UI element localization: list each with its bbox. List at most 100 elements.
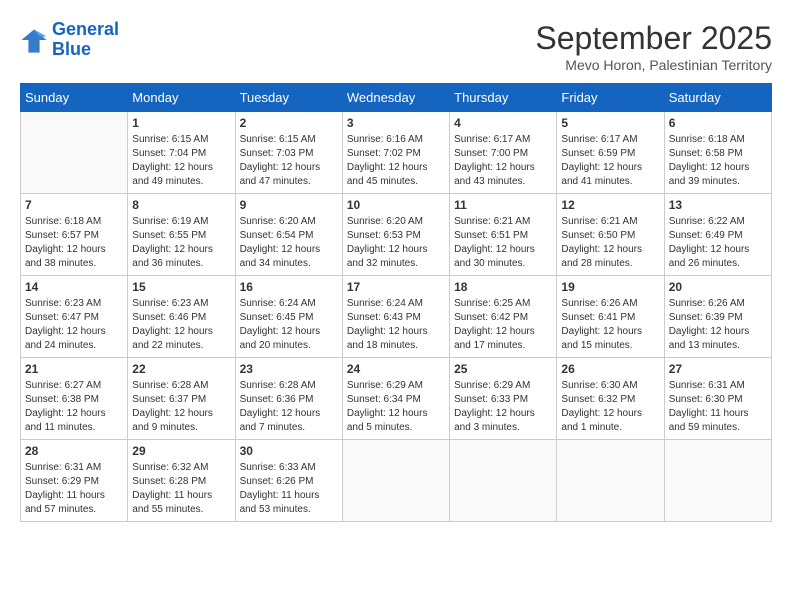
day-number: 18 (454, 280, 552, 294)
weekday-header-friday: Friday (557, 84, 664, 112)
calendar-cell: 24 Sunrise: 6:29 AM Sunset: 6:34 PM Dayli… (342, 358, 449, 440)
calendar-table: SundayMondayTuesdayWednesdayThursdayFrid… (20, 83, 772, 522)
day-info: Sunrise: 6:26 AM Sunset: 6:41 PM Dayligh… (561, 297, 659, 353)
day-number: 1 (132, 116, 230, 130)
logo: General Blue (20, 20, 119, 60)
calendar-cell: 19 Sunrise: 6:26 AM Sunset: 6:41 PM Dayli… (557, 276, 664, 358)
day-number: 8 (132, 198, 230, 212)
day-number: 25 (454, 362, 552, 376)
calendar-cell: 6 Sunrise: 6:18 AM Sunset: 6:58 PM Daylig… (664, 112, 771, 194)
day-number: 11 (454, 198, 552, 212)
calendar-cell: 16 Sunrise: 6:24 AM Sunset: 6:45 PM Dayli… (235, 276, 342, 358)
calendar-cell: 9 Sunrise: 6:20 AM Sunset: 6:54 PM Daylig… (235, 194, 342, 276)
page-header: General Blue September 2025 Mevo Horon, … (20, 20, 772, 73)
location: Mevo Horon, Palestinian Territory (535, 57, 772, 73)
day-number: 2 (240, 116, 338, 130)
calendar-cell: 29 Sunrise: 6:32 AM Sunset: 6:28 PM Dayli… (128, 440, 235, 522)
title-block: September 2025 Mevo Horon, Palestinian T… (535, 20, 772, 73)
weekday-header-tuesday: Tuesday (235, 84, 342, 112)
day-info: Sunrise: 6:17 AM Sunset: 7:00 PM Dayligh… (454, 133, 552, 189)
calendar-cell: 2 Sunrise: 6:15 AM Sunset: 7:03 PM Daylig… (235, 112, 342, 194)
calendar-cell (557, 440, 664, 522)
calendar-cell: 20Sunrise: 6:26 AM Sunset: 6:39 PM Dayli… (664, 276, 771, 358)
day-number: 13 (669, 198, 767, 212)
day-number: 24 (347, 362, 445, 376)
day-number: 30 (240, 444, 338, 458)
calendar-cell (21, 112, 128, 194)
calendar-cell: 11 Sunrise: 6:21 AM Sunset: 6:51 PM Dayli… (450, 194, 557, 276)
day-info: Sunrise: 6:15 AM Sunset: 7:03 PM Dayligh… (240, 133, 338, 189)
day-info: Sunrise: 6:18 AM Sunset: 6:57 PM Dayligh… (25, 215, 123, 271)
day-info: Sunrise: 6:29 AM Sunset: 6:33 PM Dayligh… (454, 379, 552, 435)
calendar-cell: 17 Sunrise: 6:24 AM Sunset: 6:43 PM Dayli… (342, 276, 449, 358)
day-number: 22 (132, 362, 230, 376)
calendar-week-4: 21Sunrise: 6:27 AM Sunset: 6:38 PM Dayli… (21, 358, 772, 440)
day-info: Sunrise: 6:28 AM Sunset: 6:36 PM Dayligh… (240, 379, 338, 435)
calendar-cell: 7Sunrise: 6:18 AM Sunset: 6:57 PM Daylig… (21, 194, 128, 276)
day-number: 10 (347, 198, 445, 212)
month-title: September 2025 (535, 20, 772, 57)
day-number: 14 (25, 280, 123, 294)
day-info: Sunrise: 6:33 AM Sunset: 6:26 PM Dayligh… (240, 461, 338, 517)
day-info: Sunrise: 6:23 AM Sunset: 6:47 PM Dayligh… (25, 297, 123, 353)
weekday-header-wednesday: Wednesday (342, 84, 449, 112)
day-number: 26 (561, 362, 659, 376)
calendar-cell: 4Sunrise: 6:17 AM Sunset: 7:00 PM Daylig… (450, 112, 557, 194)
day-info: Sunrise: 6:24 AM Sunset: 6:45 PM Dayligh… (240, 297, 338, 353)
day-number: 9 (240, 198, 338, 212)
calendar-cell: 30 Sunrise: 6:33 AM Sunset: 6:26 PM Dayli… (235, 440, 342, 522)
calendar-cell: 12 Sunrise: 6:21 AM Sunset: 6:50 PM Dayli… (557, 194, 664, 276)
calendar-cell: 23Sunrise: 6:28 AM Sunset: 6:36 PM Dayli… (235, 358, 342, 440)
calendar-cell: 21Sunrise: 6:27 AM Sunset: 6:38 PM Dayli… (21, 358, 128, 440)
calendar-week-2: 7Sunrise: 6:18 AM Sunset: 6:57 PM Daylig… (21, 194, 772, 276)
logo-line1: General (52, 20, 119, 40)
day-info: Sunrise: 6:20 AM Sunset: 6:53 PM Dayligh… (347, 215, 445, 271)
calendar-cell: 8 Sunrise: 6:19 AM Sunset: 6:55 PM Daylig… (128, 194, 235, 276)
day-number: 3 (347, 116, 445, 130)
day-number: 28 (25, 444, 123, 458)
calendar-cell: 1 Sunrise: 6:15 AM Sunset: 7:04 PM Daylig… (128, 112, 235, 194)
weekday-header-sunday: Sunday (21, 84, 128, 112)
day-info: Sunrise: 6:16 AM Sunset: 7:02 PM Dayligh… (347, 133, 445, 189)
day-number: 27 (669, 362, 767, 376)
day-number: 5 (561, 116, 659, 130)
calendar-cell: 22Sunrise: 6:28 AM Sunset: 6:37 PM Dayli… (128, 358, 235, 440)
calendar-week-5: 28 Sunrise: 6:31 AM Sunset: 6:29 PM Dayli… (21, 440, 772, 522)
calendar-cell: 10 Sunrise: 6:20 AM Sunset: 6:53 PM Dayli… (342, 194, 449, 276)
day-number: 12 (561, 198, 659, 212)
calendar-cell: 28 Sunrise: 6:31 AM Sunset: 6:29 PM Dayli… (21, 440, 128, 522)
day-number: 21 (25, 362, 123, 376)
day-number: 29 (132, 444, 230, 458)
logo-icon (20, 26, 48, 54)
day-info: Sunrise: 6:22 AM Sunset: 6:49 PM Dayligh… (669, 215, 767, 271)
day-info: Sunrise: 6:17 AM Sunset: 6:59 PM Dayligh… (561, 133, 659, 189)
day-info: Sunrise: 6:25 AM Sunset: 6:42 PM Dayligh… (454, 297, 552, 353)
day-info: Sunrise: 6:32 AM Sunset: 6:28 PM Dayligh… (132, 461, 230, 517)
day-number: 17 (347, 280, 445, 294)
calendar-cell: 26Sunrise: 6:30 AM Sunset: 6:32 PM Dayli… (557, 358, 664, 440)
day-info: Sunrise: 6:15 AM Sunset: 7:04 PM Dayligh… (132, 133, 230, 189)
day-number: 20 (669, 280, 767, 294)
day-info: Sunrise: 6:20 AM Sunset: 6:54 PM Dayligh… (240, 215, 338, 271)
calendar-week-3: 14 Sunrise: 6:23 AM Sunset: 6:47 PM Dayli… (21, 276, 772, 358)
day-info: Sunrise: 6:21 AM Sunset: 6:51 PM Dayligh… (454, 215, 552, 271)
day-info: Sunrise: 6:29 AM Sunset: 6:34 PM Dayligh… (347, 379, 445, 435)
day-info: Sunrise: 6:24 AM Sunset: 6:43 PM Dayligh… (347, 297, 445, 353)
calendar-cell (450, 440, 557, 522)
logo-line2: Blue (52, 40, 119, 60)
day-number: 16 (240, 280, 338, 294)
calendar-cell: 18 Sunrise: 6:25 AM Sunset: 6:42 PM Dayli… (450, 276, 557, 358)
calendar-cell: 13 Sunrise: 6:22 AM Sunset: 6:49 PM Dayli… (664, 194, 771, 276)
day-info: Sunrise: 6:18 AM Sunset: 6:58 PM Dayligh… (669, 133, 767, 189)
day-info: Sunrise: 6:19 AM Sunset: 6:55 PM Dayligh… (132, 215, 230, 271)
day-number: 19 (561, 280, 659, 294)
weekday-header-monday: Monday (128, 84, 235, 112)
day-info: Sunrise: 6:31 AM Sunset: 6:29 PM Dayligh… (25, 461, 123, 517)
calendar-week-1: 1 Sunrise: 6:15 AM Sunset: 7:04 PM Daylig… (21, 112, 772, 194)
day-number: 6 (669, 116, 767, 130)
calendar-cell: 25 Sunrise: 6:29 AM Sunset: 6:33 PM Dayli… (450, 358, 557, 440)
day-info: Sunrise: 6:21 AM Sunset: 6:50 PM Dayligh… (561, 215, 659, 271)
calendar-cell (664, 440, 771, 522)
calendar-cell (342, 440, 449, 522)
weekday-header-saturday: Saturday (664, 84, 771, 112)
